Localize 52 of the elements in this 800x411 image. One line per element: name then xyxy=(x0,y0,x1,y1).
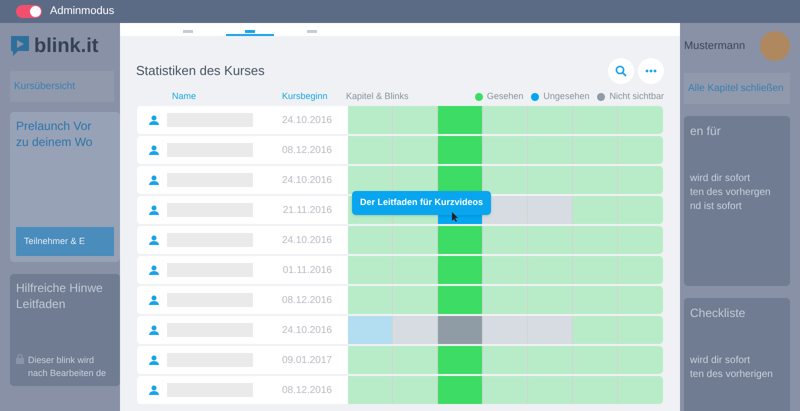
card-title: Hilfreiche Hinwe Leitfaden xyxy=(16,280,104,312)
user-icon xyxy=(149,265,159,275)
collapse-all-link[interactable]: Alle Kapitel schließen xyxy=(684,73,790,104)
tab-icon xyxy=(183,30,193,33)
logo-text: blink.it xyxy=(34,34,98,59)
more-button[interactable] xyxy=(638,58,664,84)
user-icon xyxy=(149,145,159,155)
user-icon xyxy=(149,295,159,305)
back-link[interactable]: Kursübersicht xyxy=(10,71,114,102)
tooltip: Der Leitfaden für Kurzvideos xyxy=(352,191,492,214)
search-button[interactable] xyxy=(608,58,634,84)
chapters-header: Kapitel & Blinks xyxy=(346,90,410,104)
date-cell-text: 08.12.2016 xyxy=(282,294,332,308)
tab-icon xyxy=(307,30,317,33)
participants-button[interactable]: Teilnehmer & E xyxy=(16,226,114,256)
user-icon xyxy=(149,385,159,395)
card-title: Prelaunch Vor zu deinem Wo xyxy=(16,118,94,150)
card-description: wird dir sofort ten des vorherigen xyxy=(690,354,774,382)
toggle-switch[interactable] xyxy=(16,5,42,18)
more-icon xyxy=(645,69,657,73)
date-cell-text: 21.11.2016 xyxy=(282,204,332,218)
date-cell-text: 24.10.2016 xyxy=(282,114,332,128)
date-cell-text: 24.10.2016 xyxy=(282,234,332,248)
tab-icon xyxy=(245,30,255,33)
cursor-icon xyxy=(452,212,459,222)
course-start-header[interactable]: Kursbeginn xyxy=(282,90,346,104)
date-cell-text: 24.10.2016 xyxy=(282,324,332,338)
play-logo-icon xyxy=(10,35,30,57)
user-icon xyxy=(149,235,159,245)
legend-label: Ungesehen xyxy=(543,90,590,104)
search-icon xyxy=(615,65,627,77)
card-title: en für xyxy=(690,123,722,140)
user-icon xyxy=(149,115,159,125)
card-description: Dieser blink wird nach Bearbeiten de xyxy=(28,354,106,380)
legend-label: Nicht sichtbar xyxy=(609,90,664,104)
date-cell-text: 08.12.2016 xyxy=(282,144,332,158)
date-cell-text: 24.10.2016 xyxy=(282,174,332,188)
user-icon xyxy=(149,175,159,185)
admin-mode-label: Adminmodus xyxy=(50,4,114,20)
name-sort-header[interactable]: Name xyxy=(172,90,282,104)
legend-label: Gesehen xyxy=(486,90,524,104)
tab[interactable] xyxy=(226,30,274,36)
card-title: Checkliste xyxy=(690,305,746,322)
date-cell-text: 08.12.2016 xyxy=(282,384,332,398)
date-cell-text: 01.11.2016 xyxy=(282,264,332,278)
user-icon xyxy=(149,205,159,215)
user-icon xyxy=(149,355,159,365)
user-icon xyxy=(149,325,159,335)
modal-title: Statistiken des Kurses xyxy=(136,62,265,80)
date-cell-text: 09.01.2017 xyxy=(282,354,332,368)
card-description: wird dir sofort ten des vorhergen nd ist sofort xyxy=(690,172,772,214)
user-name[interactable]: Mustermann xyxy=(684,38,746,54)
